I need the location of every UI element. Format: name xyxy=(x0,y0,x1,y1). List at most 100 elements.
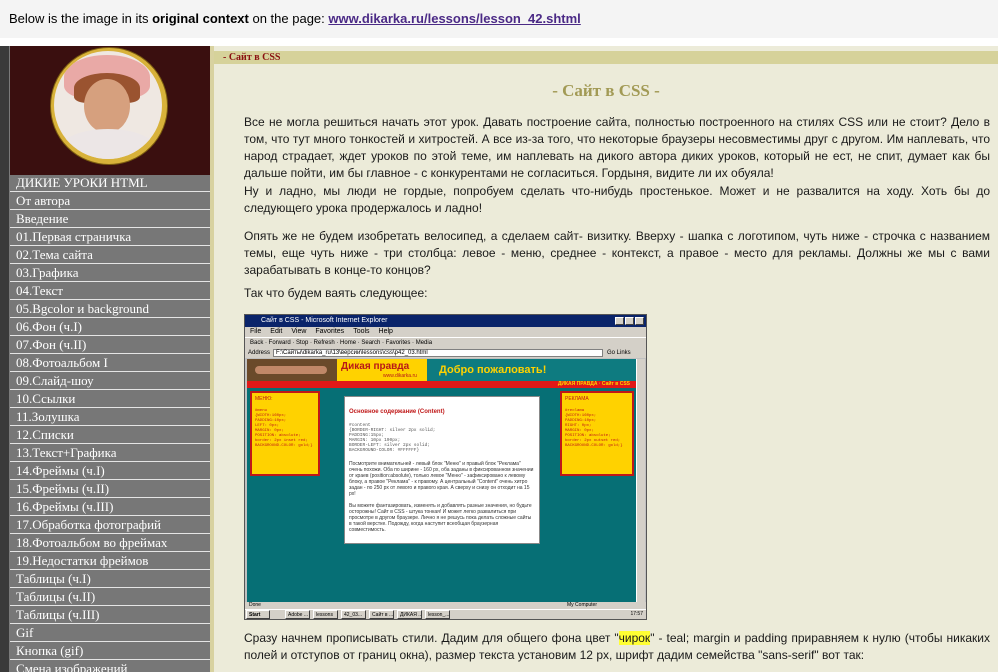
banner-middle: on the page: xyxy=(248,11,329,26)
banner-text: Below is the image in its original conte… xyxy=(9,11,581,26)
portrait-face xyxy=(84,79,130,133)
start-button: Start xyxy=(246,610,270,619)
sidebar-item[interactable]: Кнопка (gif) xyxy=(10,643,210,660)
sidebar-item[interactable]: 15.Фреймы (ч.II) xyxy=(10,481,210,498)
content-block-text-1: Посмотрите внимательней - левый блок "Ме… xyxy=(349,461,534,497)
sidebar-item[interactable]: Таблицы (ч.II) xyxy=(10,589,210,606)
window-menu-item: File xyxy=(250,328,262,335)
content-block-text-2: Вы можете фантазировать, изменять и доба… xyxy=(349,503,532,533)
sidebar-item[interactable]: Введение xyxy=(10,211,210,228)
menu-block-title: МЕНЮ: xyxy=(255,396,273,402)
status-left: Done xyxy=(249,602,261,608)
sidebar-item[interactable]: 01.Первая страничка xyxy=(10,229,210,246)
paragraph-4: Так что будем ваять следующее: xyxy=(244,286,428,300)
taskbar-clock: 17:57 xyxy=(630,611,643,617)
header-photo xyxy=(247,359,337,381)
window-menu-item: Favorites xyxy=(315,328,345,335)
breadcrumb-bar xyxy=(214,51,998,64)
window-statusbar: Done My Computer xyxy=(245,602,646,609)
taskbar-task: Сайт в ... xyxy=(369,610,394,619)
sidebar-item[interactable]: 05.Bgcolor и background xyxy=(10,301,210,318)
window-title: Сайт в CSS - Microsoft Internet Explorer xyxy=(261,317,388,324)
sidebar-item[interactable]: 18.Фотоальбом во фреймах xyxy=(10,535,210,552)
sidebar-item[interactable]: 06.Фон (ч.I) xyxy=(10,319,210,336)
sidebar-item[interactable]: Таблицы (ч.I) xyxy=(10,571,210,588)
paragraph-2: Ну и ладно, мы люди не гордые, попробуем… xyxy=(244,184,990,215)
menu-block-code: #menu {WIDTH:160px; PADDING:10px; LEFT: … xyxy=(255,409,313,448)
content-block-title: Основное содержание (Content) xyxy=(349,409,445,415)
sidebar-item[interactable]: От автора xyxy=(10,193,210,210)
header-photo-eyes xyxy=(255,366,327,374)
window-menu-item: Tools xyxy=(353,328,370,335)
theme-strip: ДИКАЯ ПРАВДА · Сайт в CSS xyxy=(247,381,636,388)
sidebar: ДИКИЕ УРОКИ HTML От автора Введение 01.Перв… xyxy=(10,46,210,672)
address-bar: Address F:\Сайты\dikarka_ru\13\версии\le… xyxy=(245,348,646,358)
window-menubar: File Edit View Favorites Tools Help xyxy=(245,327,646,337)
address-input: F:\Сайты\dikarka_ru\13\версии\lessons\cs… xyxy=(273,349,603,357)
paragraph-1: Все не могла решиться начать этот урок. … xyxy=(244,115,990,180)
header-logo-sub: www.dikarka.ru xyxy=(383,373,417,379)
window-toolbar: Back · Forward · Stop · Refresh · Home ·… xyxy=(245,337,646,348)
breadcrumb: - Сайт в CSS xyxy=(223,52,281,63)
taskbar-task: Adobe ... xyxy=(285,610,310,619)
minimize-icon xyxy=(615,317,624,325)
banner-prefix: Below is the image in its xyxy=(9,11,153,26)
context-banner: Below is the image in its original conte… xyxy=(0,0,998,39)
sidebar-item[interactable]: ДИКИЕ УРОКИ HTML xyxy=(10,175,210,192)
sidebar-item[interactable]: 04.Текст xyxy=(10,283,210,300)
frame-left-border xyxy=(0,46,9,672)
sidebar-item[interactable]: Смена изображений xyxy=(10,661,210,672)
sidebar-item[interactable]: 17.Обработка фотографий xyxy=(10,517,210,534)
content-area: - Сайт в CSS - Сайт в CSS - Все не могла… xyxy=(214,46,998,672)
paragraph-5-start: Сразу начнем прописывать стили. Дадим дл… xyxy=(244,631,619,645)
sidebar-menu: ДИКИЕ УРОКИ HTML От автора Введение 01.Перв… xyxy=(10,175,210,672)
sidebar-item[interactable]: Gif xyxy=(10,625,210,642)
highlighted-word: чирок xyxy=(618,631,651,645)
sidebar-item[interactable]: 09.Слайд-шоу xyxy=(10,373,210,390)
sidebar-item[interactable]: 19.Недостатки фреймов xyxy=(10,553,210,570)
content-block: Основное содержание (Content) #content {… xyxy=(344,396,540,544)
taskbar-task: lesson_... xyxy=(425,610,450,619)
toolbar-text: Back · Forward · Stop · Refresh · Home ·… xyxy=(250,340,433,346)
ad-block: РЕКЛАМА #reclama {WIDTH:160px; PADDING:1… xyxy=(560,391,634,476)
maximize-icon xyxy=(625,317,634,325)
window-scrollbar xyxy=(636,359,645,602)
portrait-area xyxy=(10,46,210,175)
window-menu-item: Edit xyxy=(270,328,283,335)
taskbar: Start 17:57 Adobe ... lessons 42_03... Сайт… xyxy=(245,609,646,619)
sidebar-item[interactable]: 12.Списки xyxy=(10,427,210,444)
sidebar-item[interactable]: 10.Ссылки xyxy=(10,391,210,408)
ad-block-title: РЕКЛАМА xyxy=(565,396,589,402)
content-block-code: #content {BORDER-RIGHT: silver 2px solid… xyxy=(349,423,436,453)
sidebar-item[interactable]: 16.Фреймы (ч.III) xyxy=(10,499,210,516)
header-welcome: Добро пожаловать! xyxy=(427,359,636,381)
sidebar-item[interactable]: 02.Тема сайта xyxy=(10,247,210,264)
sidebar-item[interactable]: 13.Текст+Графика xyxy=(10,445,210,462)
paragraph-3: Опять же не будем изобретать велосипед, … xyxy=(244,229,990,277)
sidebar-item[interactable]: 08.Фотоальбом I xyxy=(10,355,210,372)
window-titlebar: Сайт в CSS - Microsoft Internet Explorer xyxy=(245,315,646,327)
status-right: My Computer xyxy=(567,602,598,608)
sidebar-item[interactable]: Таблицы (ч.III) xyxy=(10,607,210,624)
author-portrait xyxy=(54,51,162,159)
window-menu-item: Help xyxy=(378,328,393,335)
go-button: Go Links xyxy=(607,350,631,356)
menu-block: МЕНЮ: #menu {WIDTH:160px; PADDING:10px; … xyxy=(250,391,320,476)
window-menu-item: View xyxy=(291,328,307,335)
close-icon xyxy=(635,317,644,325)
portrait-shoulders xyxy=(60,129,156,159)
example-page: Дикая правда www.dikarka.ru Добро пожало… xyxy=(247,359,636,602)
example-screenshot: Сайт в CSS - Microsoft Internet Explorer… xyxy=(244,314,647,620)
page-title: - Сайт в CSS - xyxy=(552,81,660,100)
sidebar-item[interactable]: 03.Графика xyxy=(10,265,210,282)
taskbar-task: ДИКАЯ ... xyxy=(397,610,422,619)
sidebar-item[interactable]: 07.Фон (ч.II) xyxy=(10,337,210,354)
taskbar-task: 42_03... xyxy=(341,610,366,619)
frame-top xyxy=(0,38,998,46)
taskbar-task: lessons xyxy=(313,610,338,619)
address-label: Address xyxy=(248,350,271,356)
ad-block-code: #reclama {WIDTH:160px; PADDING:10px; RIG… xyxy=(565,409,623,448)
sidebar-item[interactable]: 11.Золушка xyxy=(10,409,210,426)
banner-link[interactable]: www.dikarka.ru/lessons/lesson_42.shtml xyxy=(328,11,580,26)
sidebar-item[interactable]: 14.Фреймы (ч.I) xyxy=(10,463,210,480)
